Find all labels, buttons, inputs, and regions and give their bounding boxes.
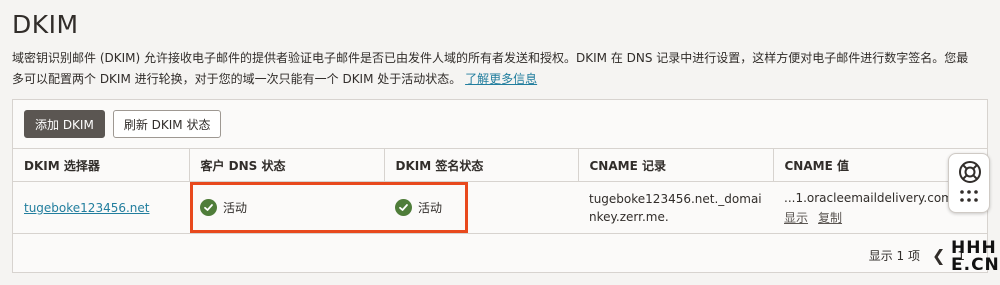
watermark-line-2: E.CN <box>951 255 1000 275</box>
column-header-cname-record[interactable]: CNAME 记录 <box>578 148 774 182</box>
cname-record: tugeboke123456.net._domainkey.zerr.me. <box>589 191 762 224</box>
dkim-table: DKIM 选择器 客户 DNS 状态 DKIM 签名状态 CNAME 记录 CN… <box>13 148 987 234</box>
table-row: tugeboke123456.net 活动 活动 tugeboke123456.… <box>13 181 987 234</box>
column-header-selector[interactable]: DKIM 选择器 <box>13 148 190 182</box>
watermark: HHH E.CN <box>951 240 1000 275</box>
apps-grid-icon <box>960 190 978 202</box>
dns-status: 活动 <box>200 199 373 216</box>
copy-link[interactable]: 复制 <box>818 209 842 226</box>
help-widget[interactable] <box>948 153 990 213</box>
column-header-dns-status[interactable]: 客户 DNS 状态 <box>189 148 385 182</box>
pagination-summary: 显示 1 项 <box>868 249 920 263</box>
refresh-dkim-status-button[interactable]: 刷新 DKIM 状态 <box>112 110 222 138</box>
check-circle-icon <box>395 199 412 216</box>
page-description: 域密钥识别邮件 (DKIM) 允许接收电子邮件的提供者验证电子邮件是否已由发件人… <box>12 48 972 90</box>
table-header-row: DKIM 选择器 客户 DNS 状态 DKIM 签名状态 CNAME 记录 CN… <box>13 148 987 182</box>
column-header-signing-status[interactable]: DKIM 签名状态 <box>384 148 579 182</box>
show-link[interactable]: 显示 <box>784 209 808 226</box>
signing-status-label: 活动 <box>418 201 443 215</box>
signing-status: 活动 <box>395 199 567 216</box>
toolbar: 添加 DKIM 刷新 DKIM 状态 <box>24 110 222 138</box>
add-dkim-button[interactable]: 添加 DKIM <box>24 110 105 138</box>
lifebuoy-icon <box>959 161 981 183</box>
dkim-panel: 添加 DKIM 刷新 DKIM 状态 DKIM 选择器 客户 DNS 状态 DK… <box>12 99 988 273</box>
learn-more-link[interactable]: 了解更多信息 <box>465 72 537 86</box>
page-title: DKIM <box>12 10 79 39</box>
chevron-left-icon[interactable]: ❮ <box>932 246 945 265</box>
check-circle-icon <box>200 199 217 216</box>
dns-status-label: 活动 <box>223 201 248 215</box>
cname-actions: 显示 复制 <box>784 209 976 226</box>
selector-link[interactable]: tugeboke123456.net <box>24 201 150 215</box>
